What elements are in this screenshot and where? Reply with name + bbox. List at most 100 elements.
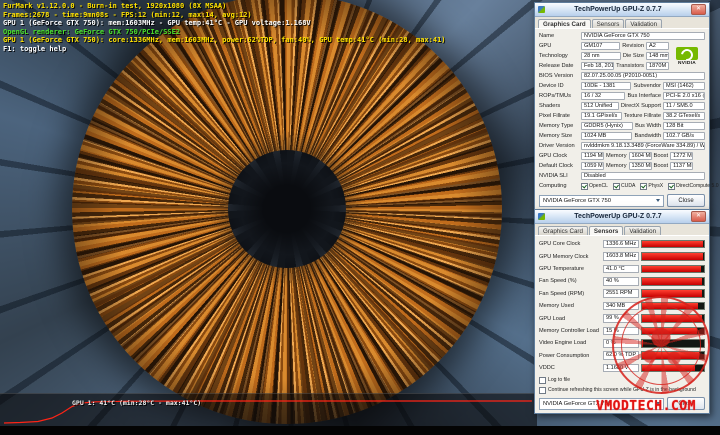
gpuz1-tabs: Graphics Card Sensors Validation xyxy=(535,17,709,29)
gpuz-app-icon xyxy=(538,213,545,220)
field-value: 1870M xyxy=(646,62,669,70)
field-value: 1604 MHz xyxy=(628,152,652,160)
field-value: 148 mm² xyxy=(646,52,669,60)
field-label: Boost xyxy=(653,163,669,169)
gpuz-app-icon xyxy=(538,6,545,13)
field-label: Bus Interface xyxy=(627,93,661,99)
sensor-row[interactable]: GPU Temperature 41.0 °C xyxy=(535,263,709,275)
field-row-memory-size: Memory Size 1024 MB Bandwidth 102.7 GB/s xyxy=(535,131,709,141)
sensor-graph xyxy=(641,239,705,249)
field-value: PCI-E 2.0 x16 @ x16 2.0 xyxy=(663,92,705,100)
close-button[interactable]: Close xyxy=(667,194,705,207)
field-row-driver: Driver Version nvlddmkm 9.18.13.3489 (Fo… xyxy=(535,141,709,151)
field-value: 1194 MHz xyxy=(581,152,604,160)
sensor-row[interactable]: Fan Speed (RPM) 2551 RPM xyxy=(535,288,709,300)
field-label: Texture Fillrate xyxy=(623,113,661,119)
field-value: 82.07.25.00.05 (P2010-0051) xyxy=(581,72,705,80)
field-value: Disabled xyxy=(581,172,705,180)
field-row-shaders: Shaders 512 Unified DirectX Support 11 /… xyxy=(535,101,709,111)
sensor-graph xyxy=(641,264,705,274)
sensor-value: 1336.6 MHz xyxy=(603,239,639,249)
osd-gpu-line: GPU 1 (GeForce GTX 750): mem:1603MHz - G… xyxy=(3,19,311,28)
osd-gpu-status-line: GPU 1 (GeForce GTX 750): core:1336MHz, m… xyxy=(3,36,446,45)
close-icon[interactable]: ✕ xyxy=(691,4,706,15)
sensor-label: GPU Memory Clock xyxy=(539,253,589,260)
field-row-rops: ROPs/TMUs 16 / 32 Bus Interface PCI-E 2.… xyxy=(535,91,709,101)
field-row-pixel-fillrate: Pixel Fillrate 19.1 GPixel/s Texture Fil… xyxy=(535,111,709,121)
sensor-row[interactable]: Fan Speed (%) 40 % xyxy=(535,275,709,287)
checkbox-background-refresh[interactable] xyxy=(539,386,546,394)
bottom-black-strip xyxy=(0,426,720,435)
field-label: Memory Size xyxy=(539,133,573,139)
field-row-sli: NVIDIA SLI Disabled xyxy=(535,171,709,181)
checkbox-label: DirectCompute 5.0 xyxy=(676,183,719,189)
checkbox-cuda[interactable] xyxy=(612,182,620,190)
field-value: 11 / SM5.0 xyxy=(663,102,705,110)
field-label: Release Date xyxy=(539,63,574,69)
field-label: Die Size xyxy=(622,53,644,59)
field-label: Bandwidth xyxy=(634,133,661,139)
gpu-info-group: GPU GM107 Revision A2 Technology 28 nm D… xyxy=(535,41,709,71)
field-value: 19.1 GPixel/s xyxy=(581,112,622,120)
furmark-osd: FurMark v1.12.0.0 - Burn-in test, 1920x1… xyxy=(3,2,446,54)
tab-graphics-card[interactable]: Graphics Card xyxy=(538,226,588,235)
field-value: 1024 MB xyxy=(581,132,633,140)
checkbox-log-to-file[interactable] xyxy=(539,376,546,384)
sensor-label: Memory Controller Load xyxy=(539,327,600,334)
gpuz1-body: Name NVIDIA GeForce GTX 750 GPU GM107 Re… xyxy=(535,29,719,192)
sensor-row[interactable]: GPU Core Clock 1336.6 MHz xyxy=(535,238,709,250)
gpuz2-titlebar[interactable]: TechPowerUp GPU-Z 0.7.7 ✕ xyxy=(535,210,709,224)
sensor-label: Power Consumption xyxy=(539,352,590,359)
field-value: GM107 xyxy=(581,42,621,50)
tab-sensors[interactable]: Sensors xyxy=(591,19,625,28)
field-label: Pixel Fillrate xyxy=(539,113,570,119)
sensor-value: 40 % xyxy=(603,277,639,286)
field-label: GPU xyxy=(539,43,552,49)
furmark-screen: FurMark v1.12.0.0 - Burn-in test, 1920x1… xyxy=(0,0,720,435)
gpuz1-bottom-bar: NVIDIA GeForce GTX 750 Close xyxy=(535,192,709,210)
tab-validation[interactable]: Validation xyxy=(624,226,662,235)
field-value: GDDR5 (Hynix) xyxy=(581,122,634,130)
field-label: Subvendor xyxy=(633,83,661,89)
tab-graphics-card[interactable]: Graphics Card xyxy=(538,19,591,28)
checkbox-label: OpenCL xyxy=(589,183,608,189)
field-label: Technology xyxy=(539,53,568,59)
gpuz2-title: TechPowerUp GPU-Z 0.7.7 xyxy=(574,213,662,220)
field-value: 102.7 GB/s xyxy=(663,132,705,140)
field-row-default-clock: Default Clock 1059 MHz Memory 1350 MHz B… xyxy=(535,161,709,171)
field-value: 1059 MHz xyxy=(581,162,604,170)
sensor-label: Video Engine Load xyxy=(539,340,587,347)
nvidia-eye-icon xyxy=(676,46,698,60)
gpuz1-titlebar[interactable]: TechPowerUp GPU-Z 0.7.7 ✕ xyxy=(535,3,709,17)
sensor-value: 2551 RPM xyxy=(603,289,639,299)
field-value: MSI (1462) xyxy=(663,82,705,90)
sensor-graph-bar xyxy=(642,265,701,273)
field-value: 28 nm xyxy=(581,52,621,60)
checkbox-opencl[interactable] xyxy=(581,182,588,190)
field-value: Feb 18, 2014 xyxy=(581,62,615,70)
field-label: GPU Clock xyxy=(539,153,568,159)
sensor-label: Fan Speed (%) xyxy=(539,278,577,285)
field-row-bios: BIOS Version 82.07.25.00.05 (P2010-0051) xyxy=(535,71,709,81)
temperature-graph-label: GPU 1: 41°C (min:28°C - max:41°C) xyxy=(72,399,202,407)
sensor-value: 41.0 °C xyxy=(603,264,639,274)
checkbox-directcompute[interactable] xyxy=(668,182,676,190)
field-value: 1350 MHz xyxy=(628,162,652,170)
tab-validation[interactable]: Validation xyxy=(625,19,663,28)
osd-title-line: FurMark v1.12.0.0 - Burn-in test, 1920x1… xyxy=(3,2,227,10)
checkbox-physx[interactable] xyxy=(640,182,648,190)
field-row-computing: Computing OpenCL CUDA PhysX DirectComput… xyxy=(535,181,719,191)
sensor-label: Fan Speed (RPM) xyxy=(539,290,585,297)
card-select-dropdown[interactable]: NVIDIA GeForce GTX 750 xyxy=(539,194,664,207)
field-value: nvlddmkm 9.18.13.3489 (ForceWare 334.89)… xyxy=(581,142,705,150)
tab-sensors[interactable]: Sensors xyxy=(588,226,624,235)
field-label: Computing xyxy=(539,183,567,189)
field-label: Shaders xyxy=(539,103,561,109)
field-row-device-id: Device ID 10DE - 1381 Subvendor MSI (146… xyxy=(535,81,709,91)
field-label: Memory xyxy=(606,163,627,169)
checkbox-label: PhysX xyxy=(648,183,664,189)
field-label: Driver Version xyxy=(539,143,575,149)
sensor-row[interactable]: GPU Memory Clock 1603.8 MHz xyxy=(535,250,709,262)
field-label: Default Clock xyxy=(539,163,573,169)
close-icon[interactable]: ✕ xyxy=(691,211,706,222)
